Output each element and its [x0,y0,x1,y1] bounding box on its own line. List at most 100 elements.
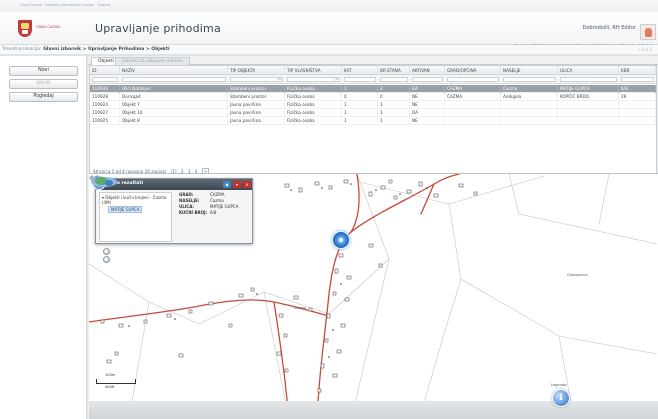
legend-label: Legenda [551,383,567,387]
cell-id: 110928 [90,93,120,101]
filter-grad-input[interactable] [447,77,499,82]
cell-id: 110925 [90,117,120,125]
version-label: v.3.0.2 [638,47,652,52]
cell-kbr [619,109,656,117]
close-icon[interactable]: ✕ [243,181,251,188]
table-row[interactable]: 110927 Objekt 10 Javna površina Fizička oso… [90,109,656,117]
col-naselje[interactable]: NASELJE [501,66,558,75]
minimize-icon[interactable]: ▾ [233,181,241,188]
action-panel: Novi Izbriši Pogledaj [0,56,87,419]
cell-naziv: Ulici Natalijan [120,85,228,93]
cell-kat: 0 [342,93,378,101]
cell-br-stana: 1 [378,109,410,117]
cell-grad: ČAZMA [445,93,501,101]
browser-strip: Grad Čazma · Gradski informacijski susta… [0,0,658,12]
filter-br-stana-input[interactable] [380,77,408,82]
col-id[interactable]: ID [90,66,120,75]
feature-attributes: GRAD: ČAZMA NASELJE: Čazma ULICA: MATIJE… [177,192,250,242]
cell-br-stana: 1 [378,101,410,109]
col-tip-objekta[interactable]: TIP OBJEKTA [228,66,285,75]
attr-value: Čazma [210,198,224,203]
cell-ulica: KOPČIĆ BRDO [558,93,619,101]
filter-kbr-input[interactable] [621,77,654,82]
zoom-in-button[interactable] [103,248,110,255]
cell-tip-vlasnistva: Fizička osoba [285,101,342,109]
cell-grad: ČAZMA [445,85,501,93]
map-label-cazma: Čazma [294,306,307,310]
filter-kat-input[interactable] [344,77,376,82]
cell-id: 110927 [90,109,120,117]
col-tip-vlasnistva[interactable]: TIP VLASNIŠTVA [285,66,342,75]
filter-naziv-input[interactable] [122,77,226,82]
view-button[interactable]: Pogledaj [9,92,78,102]
cell-ulica [558,109,619,117]
cell-aktivan: DA [410,109,445,117]
col-br-stana[interactable]: BR.STANA [378,66,410,75]
col-ulica[interactable]: ULICA [558,66,619,75]
map-view[interactable]: Čazma Grabovnica Info rezultati ◆ ▾ ✕ ▾ … [89,173,658,419]
zoom-control [103,248,111,264]
cell-tip-vlasnistva: Fizička osoba [285,93,342,101]
cell-naselje [501,101,558,109]
filter-tip-objekta-select[interactable]: ▾ [230,77,283,82]
col-kbr[interactable]: KBR [619,66,656,75]
map-label-grabovnica: Grabovnica [567,273,588,277]
table-row[interactable]: 110925 Objekt 8 Javna površina Fizička osob… [90,117,656,125]
tab-objekti-zakup[interactable]: Objekti za zakupne odnose [115,57,190,65]
breadcrumb-prefix: Trenutna lokacija: [2,47,42,52]
tree-root-label: Objekti i kućni brojevi - Čazma (4M) [102,195,167,205]
filter-id-input[interactable] [92,77,118,82]
cell-kat: 1 [342,117,378,125]
filter-aktivan-input[interactable] [412,77,443,82]
breadcrumb-path[interactable]: Glavni izbornik > Upravljanje Prihodima … [43,47,169,52]
cell-tip-objekta: Stambeni prostor [228,93,285,101]
cell-tip-vlasnistva: Fizička osoba [285,117,342,125]
pin-icon[interactable]: ◆ [223,181,231,188]
cell-tip-objekta: Stambeni prostor [228,85,285,93]
col-kat[interactable]: KAT [342,66,378,75]
zoom-out-button[interactable] [103,256,110,263]
cell-naselje [501,117,558,125]
app-header: GRAD ČAZMA Upravljanje prihodima Dobrodo… [0,12,658,49]
results-tree: ▾ Objekti i kućni brojevi - Čazma (4M) M… [99,192,172,242]
info-panel-header[interactable]: Info rezultati ◆ ▾ ✕ [92,176,252,190]
tree-root-item[interactable]: ▾ Objekti i kućni brojevi - Čazma (4M) [102,195,171,205]
col-aktivan[interactable]: AKTIVAN [410,66,445,75]
cell-grad [445,101,501,109]
cell-tip-objekta: Javna površina [228,117,285,125]
avatar[interactable] [640,24,656,40]
cell-id: 110924 [90,101,120,109]
col-grad-opcina[interactable]: GRAD/OPĆINA [445,66,501,75]
cell-naziv: Objekt 10 [120,109,228,117]
grid-filter-row: ▾ ▾ [90,75,656,84]
cell-kat: 1 [342,85,378,93]
location-pin-icon[interactable] [332,231,350,249]
cell-ulica [558,101,619,109]
cell-tip-objekta: Javna površina [228,109,285,117]
filter-ulica-input[interactable] [560,77,617,82]
cell-naselje [501,109,558,117]
logo-text: GRAD ČAZMA [36,25,60,29]
delete-button[interactable]: Izbriši [9,79,78,89]
tree-selected-item[interactable]: MATIJE GUPCA [108,206,143,213]
cell-ulica: MATIJE GUPCA [558,85,619,93]
info-icon[interactable]: i [552,389,570,407]
cell-aktivan: NE [410,93,445,101]
cell-aktivan: NE [410,117,445,125]
map-bottom-bar [89,401,658,419]
cell-br-stana: 0 [378,93,410,101]
table-row[interactable]: 110930 Ulici Natalijan Stambeni prostor Fiz… [90,85,656,93]
cell-id: 110930 [90,85,120,93]
tab-bar: Objekti Objekti za zakupne odnose [88,56,658,65]
new-button[interactable]: Novi [9,66,78,76]
filter-tip-vlasnistva-select[interactable]: ▾ [287,77,340,82]
col-naziv[interactable]: NAZIV [120,66,228,75]
attr-value: ČAZMA [210,192,225,197]
table-row[interactable]: 110928 Dorisqa4 Stambeni prostor Fizička os… [90,93,656,101]
filter-naselje-input[interactable] [503,77,556,82]
table-row[interactable]: 110924 Objekt 7 Javna površina Fizička osob… [90,101,656,109]
attr-value: 6/8 [210,210,217,215]
scale-label-metric: 100m [105,373,116,377]
attr-key: ULICA: [179,204,194,209]
cell-grad [445,109,501,117]
